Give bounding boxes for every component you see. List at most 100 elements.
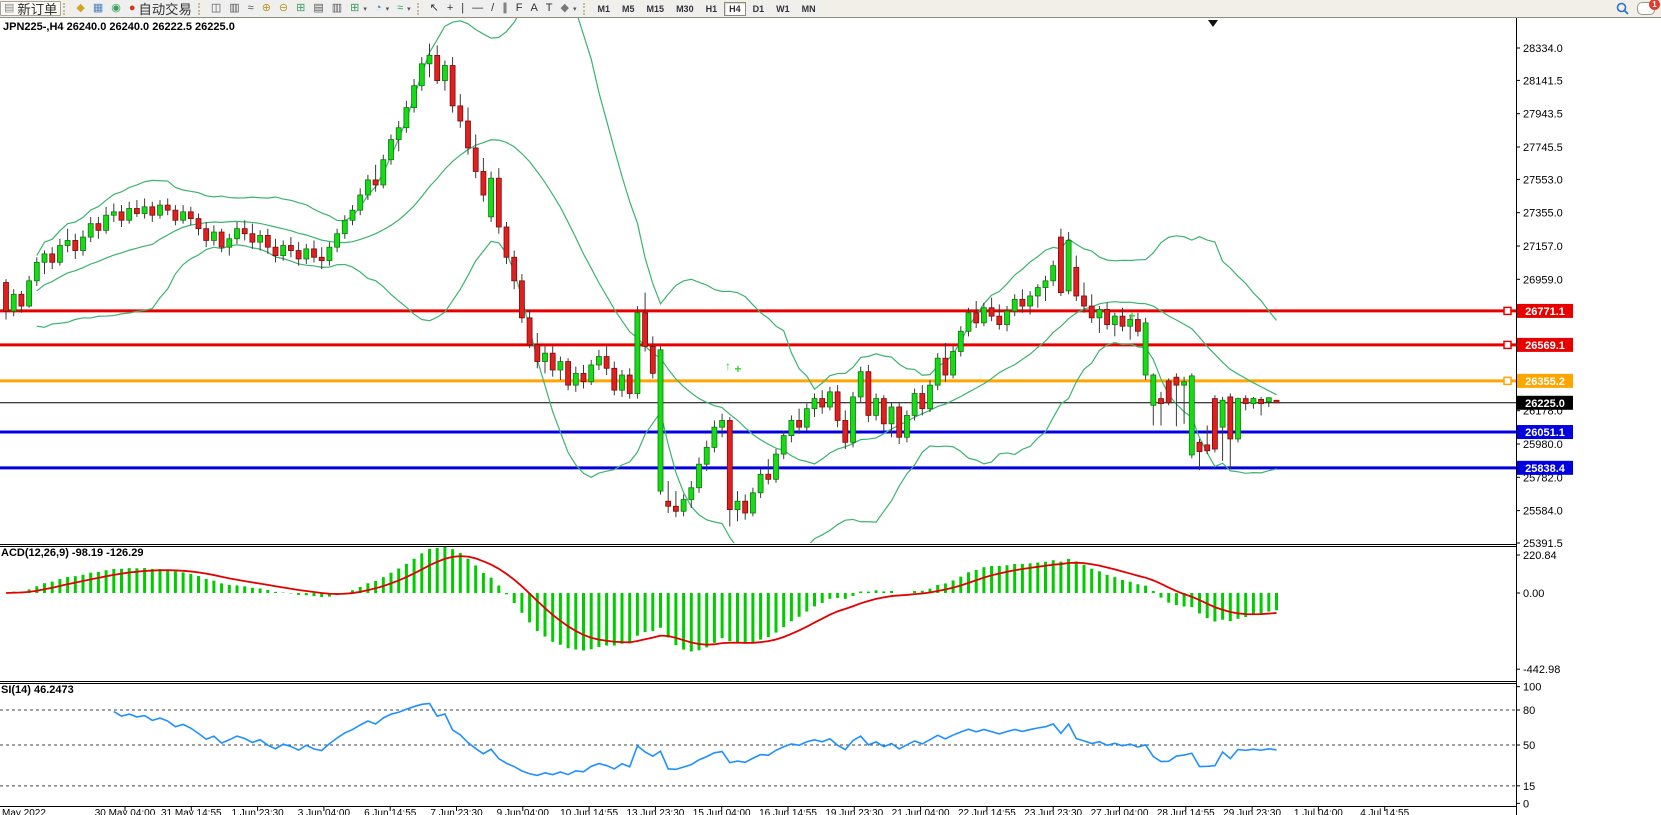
candle [904,415,909,437]
timeframe-button-m5[interactable]: M5 [617,2,640,16]
quick-icons-group: ◆▦◉ [72,1,124,16]
timeframe-button-m1[interactable]: M1 [593,2,616,16]
new-order-button[interactable]: ▤ 新订单 [0,1,61,16]
y-axis-label: 25980.0 [1523,439,1563,451]
candle [250,234,255,242]
chart-surface[interactable]: ↑++28334.028141.527943.527745.527553.027… [0,0,1661,815]
x-axis-label: 15 Jun 04:00 [693,808,751,815]
candle [1105,309,1110,324]
candle [235,229,240,239]
indicators-icon[interactable]: ≈▾ [393,1,415,16]
x-axis-label: 13 Jun 23:30 [626,808,684,815]
toolbar-grip [198,3,204,15]
horizontal-line-icon[interactable]: — [468,1,487,16]
timeframe-button-h1[interactable]: H1 [701,2,723,16]
chart-shift-icon[interactable]: ▤ [309,1,327,16]
price-badge-label: 26355.2 [1525,376,1565,388]
candle [750,493,755,513]
candle [643,313,648,347]
candle [419,64,424,86]
candle [350,210,355,220]
price-badge-label: 26225.0 [1525,398,1565,410]
candle [1243,399,1248,404]
candle [319,257,324,260]
bar-chart-icon[interactable]: ◫ [207,1,225,16]
tile-windows-icon[interactable]: ⊞ [292,1,309,16]
candle [1151,375,1156,405]
candle [365,180,370,195]
text-label-icon[interactable]: T [542,1,557,16]
autotrading-icon: ● [129,3,136,14]
rsi-axis-label: 15 [1523,781,1535,793]
x-axis-label: 3 Jun 04:00 [298,808,351,815]
candle [412,86,417,108]
y-axis-label: 26959.0 [1523,274,1563,286]
arrows-icon[interactable]: ◆▾ [557,1,581,16]
timeframe-button-m30[interactable]: M30 [671,2,699,16]
fibonacci-icon[interactable]: F [512,1,527,16]
zoom-in-icon[interactable]: ⊕ [258,1,275,16]
search-icon[interactable] [1616,2,1629,15]
notification-icon[interactable]: 1 [1637,2,1655,15]
autotrading-button[interactable]: ● 自动交易 [125,1,196,16]
candle [104,215,109,230]
candle [1074,267,1079,296]
candle [142,207,147,214]
candle [1189,376,1194,455]
y-axis-label: 27157.0 [1523,241,1563,253]
price-badge: 26051.1 [1517,425,1573,439]
candle [1035,288,1040,296]
candle [373,180,378,185]
candle [496,178,501,227]
vertical-line-icon[interactable]: | [457,1,468,16]
new-chart-icon[interactable]: ⊞▾ [346,1,371,16]
candle [342,220,347,233]
equidistant-channel-icon[interactable]: ∥ [498,1,512,16]
crosshair-icon[interactable]: + [443,1,457,16]
macd-axis-label: 220.84 [1523,550,1557,562]
candle [766,474,771,479]
trendline-icon[interactable]: / [487,1,498,16]
candlestick-chart-icon[interactable]: ▥ [225,1,243,16]
timeframe-button-d1[interactable]: D1 [748,2,770,16]
autoscroll-icon[interactable]: ▥ [328,1,346,16]
candle [150,207,155,215]
candle [1228,397,1233,439]
candle [1051,266,1056,281]
signals-icon[interactable]: ◉ [107,1,125,16]
cursor-icon[interactable]: ↖ [426,1,443,16]
line-chart-icon[interactable]: ≈ [244,1,258,16]
trade-marker-icon: + [734,362,741,376]
chart-tools-group: ◫▥≈⊕⊖⊞▤▥⊞▾◔▾≈▾ [207,1,415,16]
candle [1236,399,1241,439]
candle [34,262,39,281]
alerts-icon[interactable]: ◆ [72,1,88,16]
toolbar-grip [583,3,589,15]
timeframe-button-w1[interactable]: W1 [771,2,795,16]
timeframe-button-mn[interactable]: MN [797,2,821,16]
candle [481,171,486,195]
fibonacci-icon: F [516,3,523,14]
crosshair-icon: + [447,3,453,14]
candle [658,350,663,491]
candle [466,121,471,148]
price-lines[interactable] [0,311,1516,468]
timeframe-button-m15[interactable]: M15 [642,2,670,16]
candles-layer [4,44,1280,527]
candle [673,506,678,511]
candle [242,229,247,234]
candle [789,420,794,435]
dropdown-caret-icon: ▾ [386,5,390,13]
timeframe-button-h4[interactable]: H4 [724,2,746,16]
candle [111,212,116,215]
y-axis-label: 28334.0 [1523,43,1563,55]
x-axis[interactable]: May 202230 May 04:0031 May 14:551 Jun 23… [2,807,1410,815]
x-axis-label: 9 Jun 04:00 [497,808,550,815]
zoom-out-icon[interactable]: ⊖ [275,1,292,16]
period-clock-icon[interactable]: ◔▾ [371,1,393,16]
chart-window-icon[interactable]: ▦ [89,1,107,16]
candle [265,235,270,247]
draw-tools-group: ↖ + |—/∥ FAT◆▾ [426,1,581,16]
cursor-icon: ↖ [430,3,439,14]
text-icon[interactable]: A [526,1,541,16]
